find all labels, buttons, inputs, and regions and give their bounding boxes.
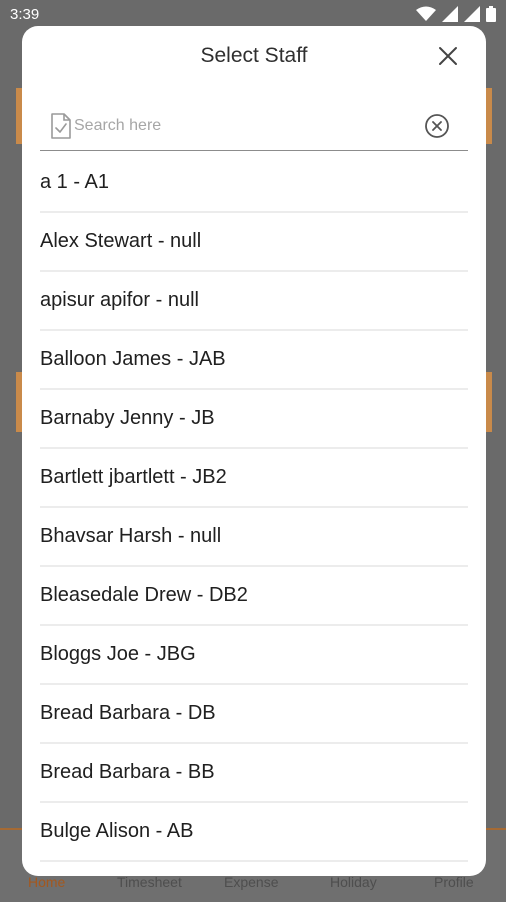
signal-icon [464,6,480,22]
staff-list: a 1 - A1 Alex Stewart - null apisur apifor… [40,154,468,862]
search-input[interactable] [74,114,404,138]
staff-name-label: Bread Barbara - DB [40,702,216,724]
staff-list-item[interactable]: Balloon James - JAB [40,331,468,390]
staff-list-item[interactable]: Bhavsar Harsh - null [40,508,468,567]
staff-name-label: Bartlett jbartlett - JB2 [40,466,227,488]
nav-home[interactable]: Home [28,874,65,890]
status-icons [416,6,496,22]
staff-list-item[interactable]: Bread Barbara - DB [40,685,468,744]
staff-list-item[interactable]: Alex Stewart - null [40,213,468,272]
clear-search-icon[interactable] [423,112,451,140]
search-bar [40,102,468,151]
staff-name-label: Bleasedale Drew - DB2 [40,584,248,606]
staff-list-item[interactable]: Bulge Alison - AB [40,803,468,862]
staff-list-item[interactable]: Bloggs Joe - JBG [40,626,468,685]
close-button[interactable] [434,42,462,70]
staff-name-label: Bloggs Joe - JBG [40,643,196,665]
staff-name-label: Balloon James - JAB [40,348,226,370]
battery-icon [486,6,496,22]
staff-list-item[interactable]: Bread Barbara - BB [40,744,468,803]
dialog-title: Select Staff [200,44,308,67]
background-accent [486,372,492,432]
nav-expense[interactable]: Expense [224,874,278,890]
staff-name-label: Bhavsar Harsh - null [40,525,222,547]
staff-list-item[interactable]: Bartlett jbartlett - JB2 [40,449,468,508]
document-check-icon [51,113,71,139]
staff-list-item[interactable]: a 1 - A1 [40,154,468,213]
staff-name-label: Bulge Alison - AB [40,820,194,842]
nav-timesheet[interactable]: Timesheet [117,874,182,890]
background-accent [486,88,492,144]
signal-icon [442,6,458,22]
nav-holiday[interactable]: Holiday [330,874,377,890]
staff-name-label: Bread Barbara - BB [40,761,215,783]
staff-name-label: Barnaby Jenny - JB [40,407,215,429]
staff-list-item[interactable]: apisur apifor - null [40,272,468,331]
staff-list-item[interactable]: Bleasedale Drew - DB2 [40,567,468,626]
staff-name-label: a 1 - A1 [40,171,109,193]
select-staff-dialog: Select Staff a 1 - A1 Alex Stewart - null… [22,26,486,876]
staff-name-label: Alex Stewart - null [40,230,202,252]
close-icon [439,47,457,65]
nav-profile[interactable]: Profile [434,874,474,890]
staff-name-label: apisur apifor - null [40,289,199,311]
status-time: 3:39 [10,6,40,23]
staff-list-item[interactable]: Barnaby Jenny - JB [40,390,468,449]
wifi-icon [416,6,436,21]
